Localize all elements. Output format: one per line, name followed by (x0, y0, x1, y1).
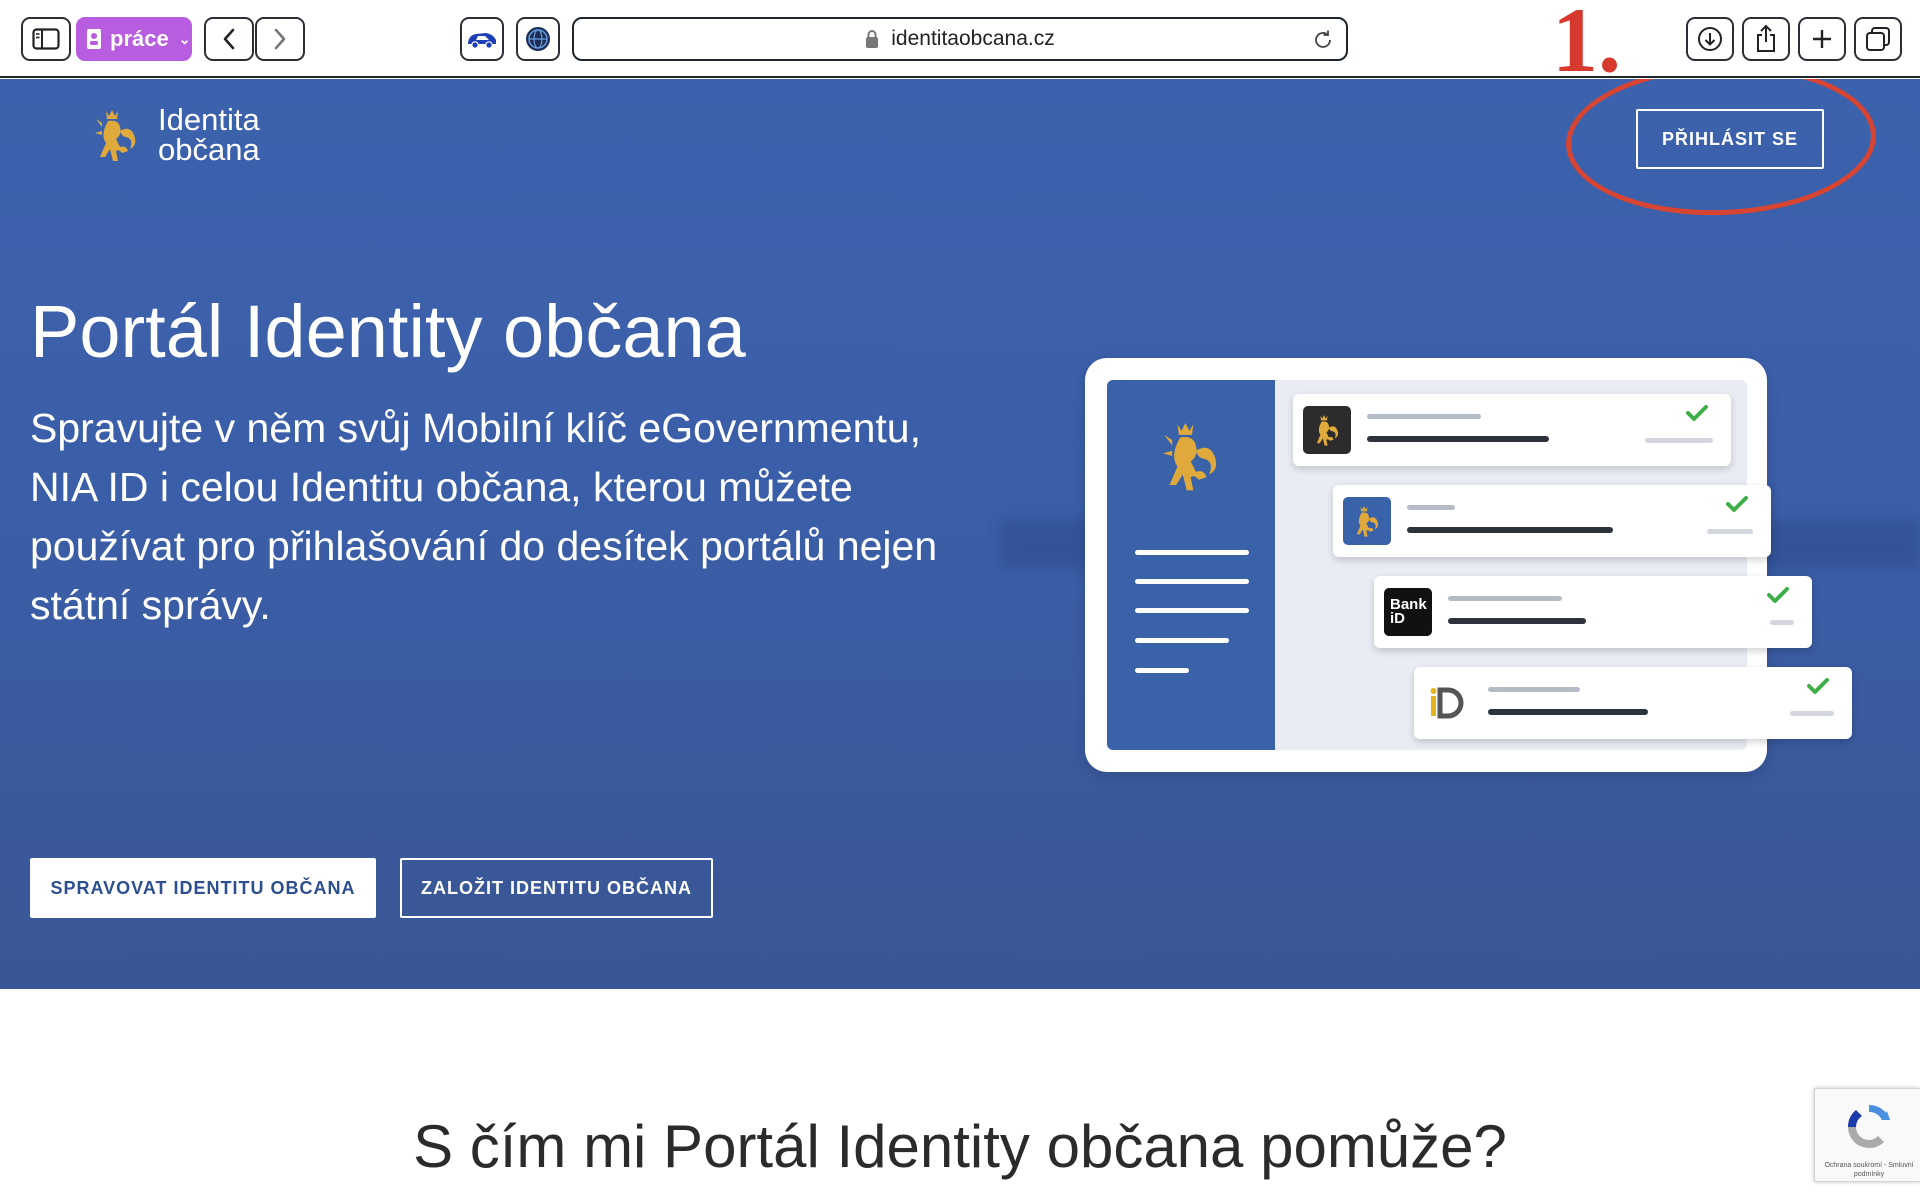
sidebar-line (1135, 638, 1229, 643)
check-icon (1807, 678, 1829, 694)
mobile-key-logo (1424, 679, 1472, 727)
section-heading: S čím mi Portál Identity občana pomůže? (413, 1113, 1507, 1180)
hero-description: Spravujte v něm svůj Mobilní klíč eGover… (30, 405, 938, 628)
extension-car-icon (468, 33, 496, 49)
forward-button[interactable] (255, 17, 305, 61)
login-button[interactable]: PŘIHLÁSIT SE (1636, 109, 1824, 169)
back-button[interactable] (204, 17, 254, 61)
extension-globe-button[interactable] (516, 17, 560, 61)
card-placeholder-line (1448, 618, 1586, 624)
identity-card (1333, 485, 1771, 557)
sidebar-line (1135, 608, 1249, 613)
new-tab-icon (1813, 30, 1831, 48)
card-placeholder-line (1488, 687, 1580, 692)
recaptcha-badge[interactable]: Ochrana soukromí - Smluvní podmínky (1814, 1088, 1920, 1182)
card-placeholder-line (1448, 596, 1562, 601)
check-icon (1767, 587, 1789, 603)
illustration-sidebar (1107, 380, 1275, 750)
profile-icon (87, 29, 101, 49)
chevron-down-icon: ⌄ (178, 30, 191, 47)
profile-switcher[interactable]: práce ⌄ (76, 17, 192, 61)
card-logo (1303, 406, 1351, 454)
address-bar[interactable]: identitaobcana.cz (572, 17, 1348, 61)
card-placeholder-line (1367, 414, 1481, 419)
bank-id-logo: Bank iD (1384, 588, 1432, 636)
recaptcha-icon (1847, 1104, 1890, 1149)
hero-section: Identita občana PŘIHLÁSIT SE Portál Iden… (0, 79, 1920, 989)
create-identity-button[interactable]: ZALOŽIT IDENTITU OBČANA (400, 858, 713, 918)
browser-toolbar: práce ⌄ identitaobcana.cz 1. (0, 0, 1920, 91)
card-placeholder-line (1488, 709, 1648, 715)
forward-icon (274, 28, 286, 50)
brand-line-1: Identita (158, 102, 260, 137)
reload-icon[interactable] (1312, 29, 1334, 51)
card-logo (1343, 497, 1391, 545)
card-placeholder-line (1645, 438, 1713, 443)
page-title: Portál Identity občana (30, 290, 746, 373)
extension-globe-icon (526, 27, 550, 51)
id-logo-icon (1430, 687, 1464, 719)
lion-emblem-icon (1162, 423, 1217, 491)
lock-icon (866, 30, 879, 48)
sidebar-icon (32, 28, 60, 50)
site-logo[interactable]: Identita občana (92, 102, 260, 167)
tabs-icon (1866, 27, 1890, 51)
card-placeholder-line (1407, 505, 1455, 510)
manage-identity-button[interactable]: SPRAVOVAT IDENTITU OBČANA (30, 858, 376, 918)
bank-id-text: Bank iD (1390, 596, 1427, 627)
lion-emblem-icon (95, 110, 136, 161)
identity-card (1414, 667, 1852, 739)
download-icon (1698, 27, 1722, 51)
tab-overview-button[interactable] (1854, 17, 1902, 61)
profile-label: práce (110, 26, 169, 51)
sidebar-line (1135, 579, 1249, 584)
site-brand-name: Identita občana (158, 102, 260, 167)
lion-emblem-icon (1316, 415, 1338, 446)
extension-car-button[interactable] (460, 17, 504, 61)
card-placeholder-line (1367, 436, 1549, 442)
check-icon (1726, 496, 1748, 512)
identity-card: Bank iD (1374, 576, 1812, 648)
new-tab-button[interactable] (1798, 17, 1846, 61)
card-placeholder-line (1407, 527, 1613, 533)
card-placeholder-line (1790, 711, 1834, 716)
lion-emblem-icon (1356, 506, 1378, 537)
share-button[interactable] (1742, 17, 1790, 61)
check-icon (1686, 405, 1708, 421)
card-placeholder-line (1707, 529, 1753, 534)
identity-card (1293, 394, 1731, 466)
sidebar-line (1135, 668, 1189, 673)
recaptcha-footer[interactable]: Ochrana soukromí - Smluvní podmínky (1819, 1161, 1919, 1179)
url-text: identitaobcana.cz (891, 27, 1055, 50)
sidebar-toggle-button[interactable] (21, 17, 71, 61)
annotation-step-number: 1. (1552, 0, 1621, 91)
sidebar-line (1135, 550, 1249, 555)
card-placeholder-line (1770, 620, 1794, 625)
share-icon (1757, 24, 1775, 52)
identity-illustration: Bank iD (1085, 358, 1852, 772)
downloads-button[interactable] (1686, 17, 1734, 61)
brand-line-2: občana (158, 132, 260, 167)
back-icon (223, 28, 235, 50)
